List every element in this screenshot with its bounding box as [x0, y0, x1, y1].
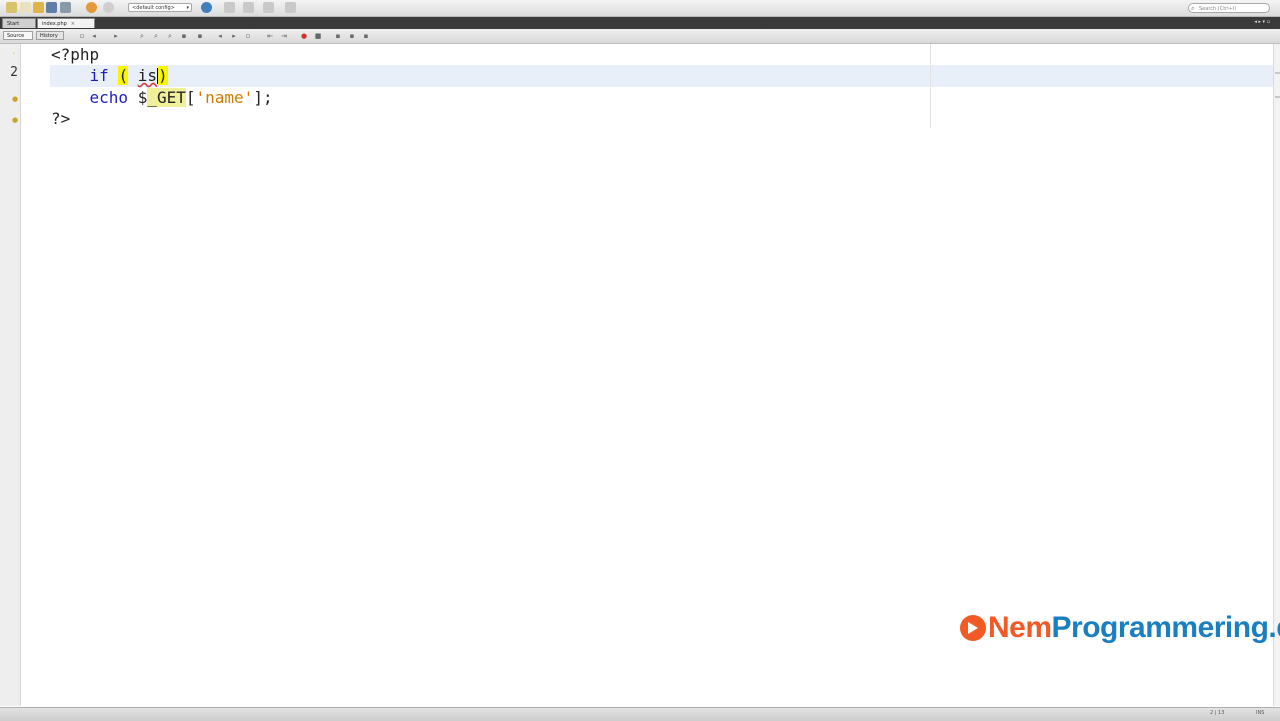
stripe-marker[interactable]: [1275, 96, 1280, 98]
open-bracket: [: [185, 88, 196, 107]
run-globe-icon[interactable]: [201, 2, 212, 13]
code-line-1: <?php: [51, 44, 99, 66]
shift-right-icon[interactable]: ⇥: [280, 32, 288, 40]
clean-build-icon[interactable]: [243, 2, 254, 13]
code-line-4: ?>: [51, 108, 70, 130]
new-project-icon[interactable]: [6, 2, 17, 13]
comment-icon[interactable]: ▪: [334, 32, 342, 40]
close-icon[interactable]: ×: [71, 21, 75, 27]
get-superglobal: _GET: [147, 88, 186, 107]
last-edit-icon[interactable]: ▫: [78, 32, 86, 40]
warning-marker-icon[interactable]: ●: [12, 116, 18, 124]
source-view-tab[interactable]: Source: [3, 31, 33, 40]
history-tab-label: History: [40, 33, 58, 39]
status-bar: 2 | 13 INS: [0, 707, 1280, 721]
code-line-2: if ( is): [51, 65, 168, 87]
shift-left-icon[interactable]: ⇤: [266, 32, 274, 40]
project-config-select[interactable]: <default config> ▾: [128, 3, 192, 12]
source-tab-label: Source: [7, 33, 25, 39]
toggle-rect-selection-icon[interactable]: ▪: [196, 32, 204, 40]
history-view-tab[interactable]: History: [36, 31, 64, 40]
tab-index-php[interactable]: index.php ×: [37, 18, 95, 28]
editor-tab-strip: Start Page index.php × ◂ ▸ ▾ ▫: [0, 17, 1280, 37]
echo-keyword: echo: [89, 88, 129, 107]
fold-marker-icon[interactable]: ◦: [12, 50, 17, 58]
chevron-down-icon: ▾: [186, 5, 189, 11]
insert-mode: INS: [1256, 710, 1265, 716]
start-macro-icon[interactable]: ●: [300, 32, 308, 40]
previous-bookmark-icon[interactable]: ◂: [216, 32, 224, 40]
toggle-bookmark-icon[interactable]: ▫: [244, 32, 252, 40]
nemprogrammering-logo: NemProgrammering.dk: [960, 608, 1280, 648]
back-icon[interactable]: ◂: [90, 32, 98, 40]
search-placeholder: Search (Ctrl+I): [1199, 6, 1237, 12]
line-number-gutter: ◦ 2 ● ●: [0, 44, 21, 706]
save-all-icon[interactable]: [46, 2, 57, 13]
tab-start-page[interactable]: Start Page: [2, 18, 36, 37]
find-next-icon[interactable]: ⌕: [166, 32, 174, 40]
current-line-number: 2: [10, 65, 18, 80]
build-hammer-icon[interactable]: [224, 2, 235, 13]
logo-text-nem: Nem: [988, 611, 1052, 644]
php-close-tag: ?>: [51, 109, 71, 128]
if-keyword: if: [89, 66, 109, 85]
statement-end: ];: [253, 88, 273, 107]
open-paren: (: [118, 66, 129, 85]
redo-icon[interactable]: [103, 2, 114, 13]
uncomment-icon[interactable]: ▪: [348, 32, 356, 40]
undo-icon[interactable]: [86, 2, 97, 13]
current-line-highlight: [50, 65, 1280, 87]
main-toolbar: <default config> ▾ ⌕ Search (Ctrl+I): [0, 0, 1280, 17]
next-bookmark-icon[interactable]: ▸: [230, 32, 238, 40]
close-project-icon[interactable]: [60, 2, 71, 13]
string-literal: 'name': [195, 88, 254, 107]
search-icon: ⌕: [1191, 5, 1195, 12]
php-open-tag: <?php: [51, 45, 100, 64]
logo-text-programmering: Programmering.dk: [1051, 611, 1280, 644]
play-icon: [960, 615, 986, 641]
find-previous-icon[interactable]: ⌕: [152, 32, 160, 40]
typed-identifier: is: [137, 66, 157, 85]
diff-icon[interactable]: ▪: [362, 32, 370, 40]
run-project-icon[interactable]: [263, 2, 274, 13]
error-stripe[interactable]: [1273, 44, 1280, 706]
editor-toolbar: Source History ▫ ◂ ▸ ⌕ ⌕ ⌕ ▪ ▪ ◂ ▸ ▫ ⇤ ⇥…: [0, 29, 1280, 44]
stop-macro-icon[interactable]: ■: [314, 32, 322, 40]
code-editor[interactable]: <?php if ( is) echo $_GET['name']; ?>: [21, 44, 1280, 706]
quick-search-input[interactable]: ⌕ Search (Ctrl+I): [1188, 3, 1270, 13]
project-config-value: <default config>: [132, 5, 175, 11]
new-file-icon[interactable]: [20, 2, 31, 13]
forward-icon[interactable]: ▸: [112, 32, 120, 40]
code-line-3: echo $_GET['name'];: [51, 87, 273, 109]
open-project-icon[interactable]: [33, 2, 44, 13]
tab-list-icon[interactable]: ◂ ▸ ▾ ▫: [1254, 19, 1270, 25]
debug-project-icon[interactable]: [285, 2, 296, 13]
caret-position: 2 | 13: [1210, 710, 1225, 716]
toggle-highlight-icon[interactable]: ▪: [180, 32, 188, 40]
find-selection-icon[interactable]: ⌕: [138, 32, 146, 40]
tab-label: index.php: [42, 21, 67, 27]
warning-marker-icon[interactable]: ●: [12, 95, 18, 103]
close-paren: ): [157, 66, 168, 85]
right-margin-guide: [930, 44, 931, 128]
stripe-marker[interactable]: [1275, 72, 1280, 74]
variable-dollar: $: [137, 88, 148, 107]
